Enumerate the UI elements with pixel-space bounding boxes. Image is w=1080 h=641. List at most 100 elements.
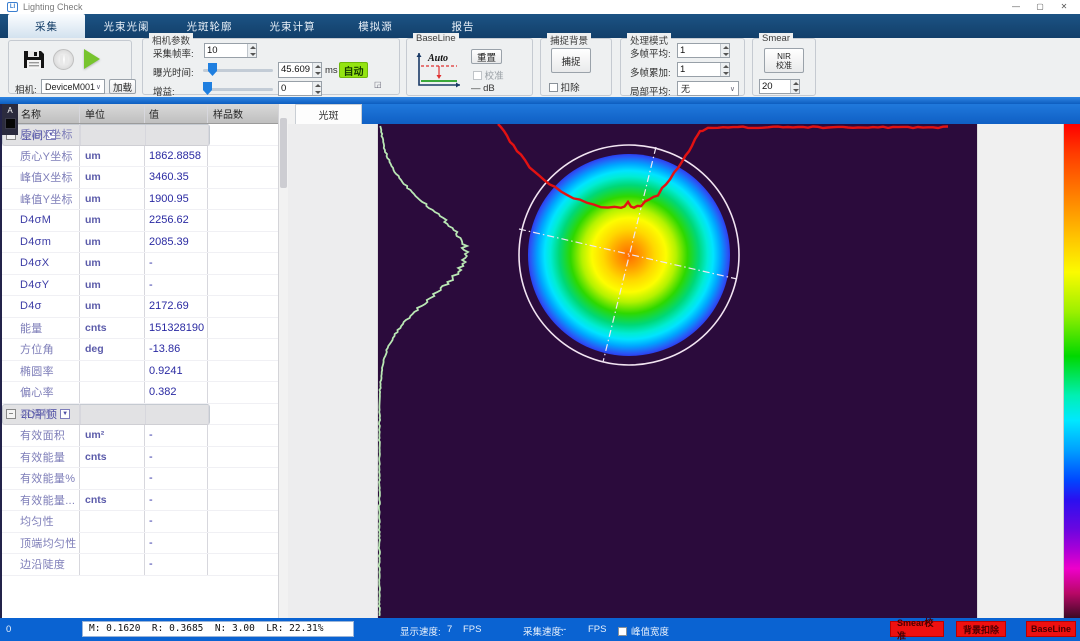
gain-slider[interactable] [203,82,273,95]
header-unit: 单位 [80,104,145,123]
minimize-button[interactable]: — [1004,0,1028,14]
app-icon: LI [7,2,18,12]
row-name: 峰值X坐标 [20,169,73,185]
baseline-auto-label: Auto [427,53,448,64]
menu-tab-capture[interactable]: 采集 [8,14,85,38]
row-unit: cnts [85,322,107,334]
baseline-reset-button[interactable]: 重置 [471,49,502,64]
local-avg-select[interactable]: 无∨ [677,81,739,96]
exposure-value: 45.609 [279,63,312,77]
row-value: - [149,537,153,549]
exposure-spinner[interactable]: 45.609 [278,62,322,78]
row-name: 能量 [20,320,43,336]
checkbox-icon [618,627,627,636]
smear-calibrate-button[interactable]: Smear校准 [890,621,944,637]
gain-spinner[interactable]: 0 [278,81,322,96]
table-row[interactable]: 能量cnts151328190 [2,318,278,340]
menu-tab-simsource[interactable]: 模拟源 [334,14,417,38]
smear-group: Smear NIR 校准 20 [752,38,816,96]
table-row[interactable]: D4σXum- [2,253,278,275]
checkbox-icon [549,83,558,92]
maximize-button[interactable]: ▢ [1028,0,1052,14]
peak-width-checkbox[interactable]: 峰值宽度 [618,624,669,638]
viewer-tab-bar: 光斑 [288,104,1080,124]
exposure-slider[interactable] [203,63,273,76]
capture-speed-label: 采集速度: [523,624,564,638]
table-row[interactable]: 椭圆率0.9241 [2,361,278,383]
multi-frame-acc-spinner[interactable]: 1 [677,62,730,77]
row-name: 有效面积 [20,427,65,443]
table-row[interactable]: 有效面积um²- [2,425,278,447]
table-row[interactable]: D4σYum- [2,275,278,297]
table-row[interactable]: 偏心率0.382 [2,382,278,404]
row-unit: um² [85,429,104,441]
play-icon[interactable] [84,49,100,69]
camera-device-select[interactable]: DeviceM001∨ [41,79,105,94]
toolbar: 相机: DeviceM001∨ 加载 相机参数 采集帧率: 10 曝光时间: 4… [0,38,1080,97]
display-speed-value: 7 [447,624,452,635]
baseline-calibrate-label: 校准 [485,71,504,82]
row-name: D4σm [20,236,51,248]
color-swatch[interactable] [5,118,16,129]
y-profile-curve [379,126,468,616]
table-body: −空间▼质心X坐标um3548.5872质心Y坐标um1862.8858峰值X坐… [2,124,278,618]
table-row[interactable]: 有效能量%- [2,468,278,490]
camera-params-title: 相机参数 [149,33,193,47]
table-scrollbar[interactable] [278,104,288,618]
table-row[interactable]: D4σum2172.69 [2,296,278,318]
background-subtract-button[interactable]: 背景扣除 [956,621,1006,637]
table-row[interactable]: 质心Y坐标um1862.8858 [2,146,278,168]
scrollbar-thumb[interactable] [280,118,287,188]
viewer-right-margin [977,124,1063,618]
row-unit: cnts [85,494,107,506]
row-value: 2172.69 [149,300,189,312]
table-row[interactable]: 峰值X坐标um3460.35 [2,167,278,189]
row-value: 0.9241 [149,365,183,377]
menu-tab-calc[interactable]: 光束计算 [251,14,334,38]
row-name: 平滑性 [20,406,54,422]
titlebar: LI Lighting Check — ▢ ✕ [0,0,1080,14]
multi-frame-avg-spinner[interactable]: 1 [677,43,730,58]
capture-bg-title: 捕捉背景 [547,33,591,47]
baseline-status-button[interactable]: BaseLine [1026,621,1076,637]
smear-spinner[interactable]: 20 [759,79,800,94]
auto-exposure-button[interactable]: 自动 [339,62,368,78]
display-fps-label: FPS [463,624,481,635]
nir-calibrate-button[interactable]: NIR 校准 [764,48,804,73]
row-name: D4σX [20,257,49,269]
exposure-label: 曝光时间: [153,65,194,79]
expand-corner-icon[interactable]: ◲ [374,80,382,89]
baseline-calibrate-checkbox[interactable]: 校准 [473,68,504,82]
row-value: - [149,451,153,463]
beam-image[interactable] [378,124,977,618]
save-icon[interactable] [23,49,45,70]
table-row[interactable]: D4σmum2085.39 [2,232,278,254]
close-button[interactable]: ✕ [1052,0,1076,14]
beam-circle-cursor[interactable] [519,145,739,365]
table-row[interactable]: 有效能量cnts- [2,447,278,469]
table-row[interactable]: D4σMum2256.62 [2,210,278,232]
table-row[interactable]: 均匀性- [2,511,278,533]
row-unit: um [85,171,101,183]
capture-button[interactable]: 捕捉 [551,48,591,73]
table-row[interactable]: 峰值Y坐标um1900.95 [2,189,278,211]
peak-width-label: 峰值宽度 [631,624,669,638]
row-name: 顶端均匀性 [20,535,77,551]
table-row[interactable]: 边沿陡度- [2,554,278,576]
chevron-down-icon: ∨ [96,83,101,91]
table-row[interactable]: 方位角deg-13.86 [2,339,278,361]
subtract-checkbox[interactable]: 扣除 [549,80,580,94]
multi-frame-avg-value: 1 [678,44,720,57]
tab-beam-spot[interactable]: 光斑 [295,104,362,124]
pause-icon[interactable] [53,49,74,70]
row-name: D4σ [20,300,42,312]
row-unit: um [85,150,101,162]
capture-fps-label: FPS [588,624,606,635]
table-row[interactable]: 有效能量...cnts- [2,490,278,512]
row-name: 均匀性 [20,513,54,529]
baseline-title: BaseLine [413,33,459,44]
load-button[interactable]: 加载 [109,79,136,94]
subtract-label: 扣除 [561,83,580,94]
frame-rate-spinner[interactable]: 10 [204,43,257,58]
table-row[interactable]: 顶端均匀性 - [2,533,278,555]
